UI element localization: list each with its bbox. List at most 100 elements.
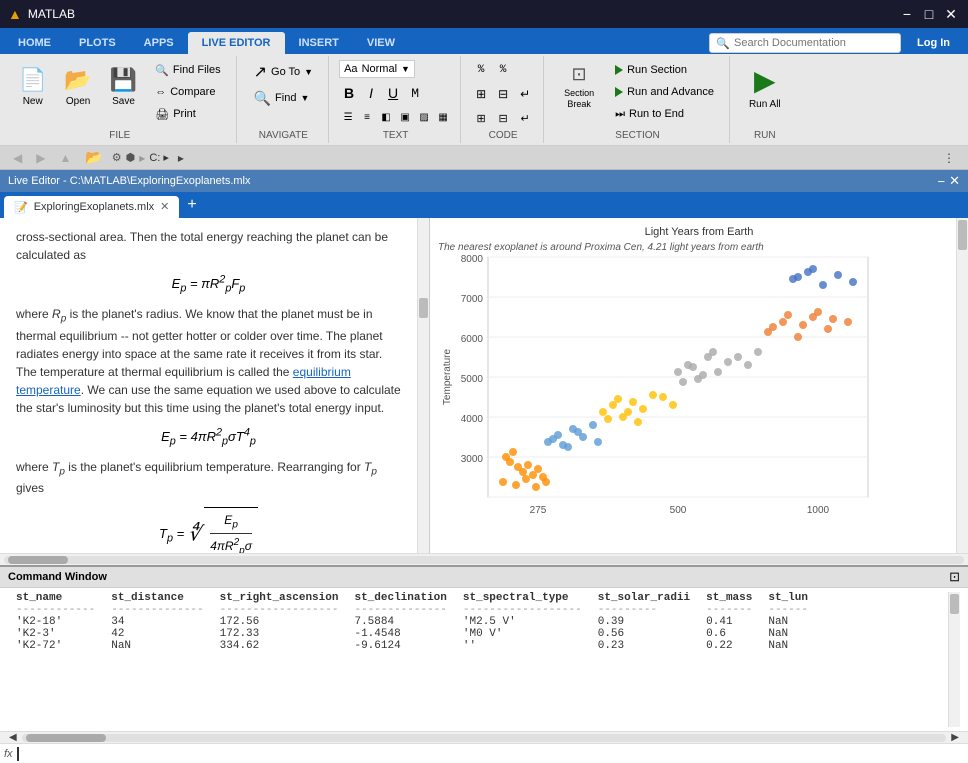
tab-apps[interactable]: APPS [130,32,188,54]
tab-view[interactable]: VIEW [353,32,409,54]
new-tab-button[interactable]: + [181,194,202,216]
editor-scroll[interactable]: cross-sectional area. Then the total ene… [0,218,417,553]
tab-home[interactable]: HOME [4,32,65,54]
indent-button[interactable]: ⊞ [471,84,491,104]
main-area: cross-sectional area. Then the total ene… [0,218,968,553]
wrap-button[interactable]: ↵ [515,84,535,104]
compare-button[interactable]: ⇔ Compare [148,82,227,102]
command-hscroll-track[interactable] [22,734,947,742]
run-section-button[interactable]: Run Section [608,60,721,80]
format-dropdown[interactable]: Aa Normal ▼ [339,60,415,78]
ribbon-group-code: % % ⊞ ⊟ ↵ ⊞ ⊟ ↵ CODE [463,56,544,143]
bold-button[interactable]: B [339,83,359,103]
row2-name: 'K2-3' [8,628,103,640]
svg-text:4000: 4000 [461,414,484,425]
col-st-lun: st_lun [760,592,816,604]
nav-options-button[interactable]: ⋮ [938,149,960,167]
command-inner[interactable]: st_name st_distance st_right_ascension s… [8,592,948,727]
tab-insert[interactable]: INSERT [285,32,353,54]
code-format-3[interactable]: ↵ [515,108,535,128]
editor-hscroll-thumb[interactable] [8,556,68,564]
go-to-button[interactable]: ↗ Go To ▼ [247,60,320,84]
svg-text:275: 275 [530,505,547,516]
editor-vertical-scrollbar[interactable] [417,218,429,553]
editor-minimize-button[interactable]: − [938,173,946,189]
align-right-button[interactable]: ▨ [415,108,433,126]
editor-close-button[interactable]: ✕ [949,173,960,189]
tab-live-editor[interactable]: LIVE EDITOR [188,32,285,54]
go-to-icon: ↗ [254,62,267,82]
run-all-button[interactable]: ▶ Run All [740,60,790,114]
file-group-label: FILE [109,130,130,141]
login-button[interactable]: Log In [907,32,960,54]
command-hscroll[interactable]: ◀ ▶ [0,731,968,743]
code-format-2[interactable]: ⊟ [493,108,513,128]
back-button[interactable]: ◀ [8,149,27,167]
run-group-label: RUN [754,130,776,141]
up-button[interactable]: ▲ [54,149,76,167]
col-st-mass: st_mass [698,592,760,604]
tab-plots[interactable]: PLOTS [65,32,130,54]
code-group-label: CODE [489,130,518,141]
equilibrium-link[interactable]: equilibrium temperature [16,365,351,397]
command-window-expand-button[interactable]: ⊡ [949,569,960,585]
plot-scrollbar[interactable] [956,218,968,553]
editor-hscroll[interactable] [0,553,968,565]
list-button-1[interactable]: ☰ [339,108,357,126]
italic-button[interactable]: I [361,83,381,103]
svg-text:8000: 8000 [461,254,484,265]
code-format-1[interactable]: ⊞ [471,108,491,128]
maximize-button[interactable]: □ [920,5,938,23]
browse-button[interactable]: 📂 [80,147,107,168]
new-button[interactable]: 📄 New [12,60,53,114]
open-button[interactable]: 📂 Open [57,60,98,114]
run-to-end-icon: ⏭ [615,108,625,121]
align-justify-button[interactable]: ▦ [434,108,452,126]
run-to-end-button[interactable]: ⏭ Run to End [608,104,721,124]
editor-tab-main[interactable]: 📝 ExploringExoplanets.mlx ✕ [4,196,179,218]
run-and-advance-button[interactable]: Run and Advance [608,82,721,102]
svg-text:5000: 5000 [461,374,484,385]
format-dropdown-icon: ▼ [401,64,410,74]
save-button[interactable]: 💾 Save [103,60,144,114]
table-row: 'K2-3' 42 172.33 -1.4548 'M0 V' 0.56 0.6… [8,628,816,640]
editor-hscroll-track[interactable] [4,556,964,564]
align-center-button[interactable]: ▣ [396,108,414,126]
formula-2: Ep = 4πR2pσT4p [16,425,401,450]
chart-x-axis-title: Light Years from Earth [438,226,960,238]
percent-1-button[interactable]: % [471,60,491,80]
mono-button[interactable]: M [405,83,425,103]
command-vertical-scrollbar[interactable] [948,592,960,727]
outdent-button[interactable]: ⊟ [493,84,513,104]
editor-tab-close[interactable]: ✕ [160,202,169,213]
table-row: 'K2-18' 34 172.56 7.5884 'M2.5 V' 0.39 0… [8,616,816,628]
col-st-radii: st_solar_radii [590,592,698,604]
row1-lun: NaN [760,616,816,628]
find-files-button[interactable]: 🔍 Find Files [148,60,227,80]
nav-separator: ▸ [139,151,145,165]
nav-expand-button[interactable]: ▸ [173,149,189,167]
section-break-icon: ⊡ [572,64,587,85]
print-button[interactable]: 🖨 Print [148,104,227,124]
navigate-group-label: NAVIGATE [259,130,308,141]
text-group-label: TEXT [383,130,409,141]
close-button[interactable]: ✕ [942,5,960,23]
minimize-button[interactable]: − [898,5,916,23]
section-break-button[interactable]: ⊡ SectionBreak [554,60,604,114]
command-content: st_name st_distance st_right_ascension s… [0,588,968,731]
list-button-2[interactable]: ≡ [358,108,376,126]
find-button[interactable]: 🔍 Find ▼ [247,86,320,110]
command-hscroll-thumb[interactable] [26,734,106,742]
percent-2-button[interactable]: % [493,60,513,80]
command-window: Command Window ⊡ st_name st_distance st_… [0,565,968,763]
find-files-icon: 🔍 [155,64,169,77]
editor-para-1: where Rp is the planet's radius. We know… [16,305,401,416]
forward-button[interactable]: ▶ [31,149,50,167]
scatter-chart: 8000 7000 6000 5000 4000 3000 275 [438,257,908,527]
ribbon-group-section: ⊡ SectionBreak Run Section Run and Advan… [546,56,730,143]
align-left-button[interactable]: ◧ [377,108,395,126]
underline-button[interactable]: U [383,83,403,103]
search-input[interactable] [734,37,894,49]
ribbon-group-navigate: ↗ Go To ▼ 🔍 Find ▼ NAVIGATE [239,56,329,143]
command-input[interactable] [23,748,964,760]
